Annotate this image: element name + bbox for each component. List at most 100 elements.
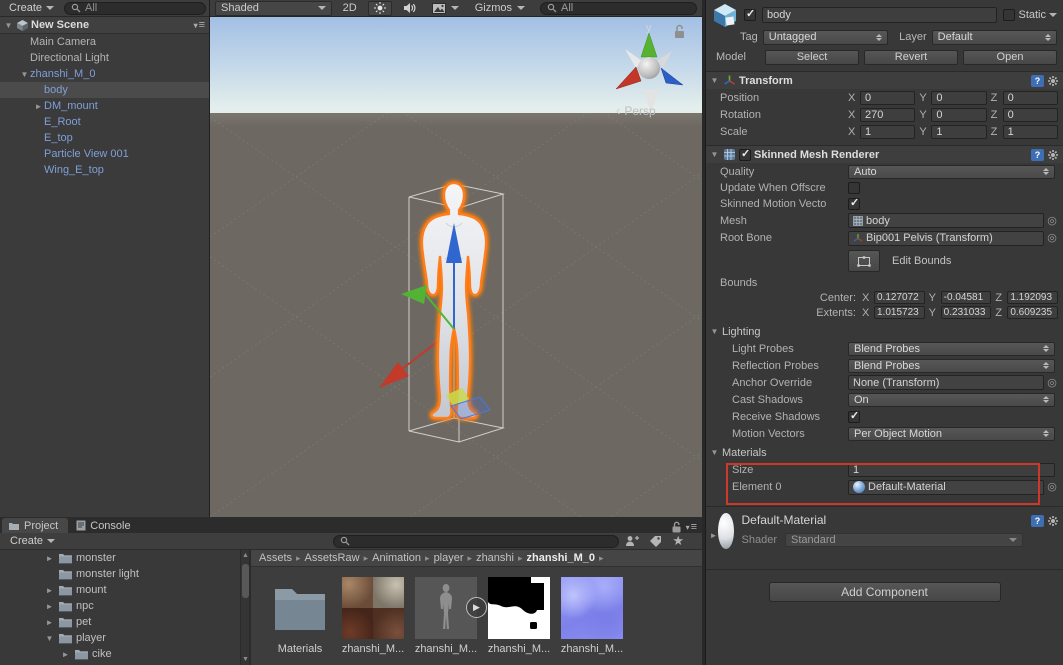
- asset-normal-map[interactable]: zhanshi_M...: [557, 577, 627, 655]
- rotation-z-field[interactable]: 0: [1002, 107, 1058, 122]
- hierarchy-item-main-camera[interactable]: Main Camera: [0, 34, 209, 50]
- rotation-y-field[interactable]: 0: [931, 107, 987, 122]
- fold-open-icon[interactable]: [44, 634, 55, 643]
- tab-project[interactable]: Project: [2, 518, 69, 533]
- scroll-up-arrow[interactable]: ▲: [242, 552, 249, 559]
- fold-closed-icon[interactable]: [60, 650, 71, 659]
- lighting-section-header[interactable]: Lighting: [706, 323, 1063, 340]
- project-search-input[interactable]: [333, 534, 620, 548]
- gizmo-y-arrow[interactable]: [401, 285, 427, 304]
- hierarchy-item-particle-view-001[interactable]: Particle View 001: [0, 146, 209, 162]
- scene-fold-icon[interactable]: [3, 21, 14, 30]
- lock-icon[interactable]: [675, 24, 684, 39]
- fold-closed-icon[interactable]: [708, 531, 719, 540]
- asset-model[interactable]: ▶ zhanshi_M...: [411, 577, 487, 655]
- update-when-offscreen-checkbox[interactable]: [848, 182, 860, 194]
- materials-size-field[interactable]: 1: [848, 462, 1055, 477]
- help-icon[interactable]: [1031, 515, 1044, 527]
- fold-closed-icon[interactable]: [44, 586, 55, 595]
- scene-search-input[interactable]: All: [539, 1, 697, 15]
- fold-closed-icon[interactable]: [33, 102, 44, 111]
- scene-lighting-toggle[interactable]: [367, 0, 392, 16]
- help-icon[interactable]: [1031, 74, 1044, 87]
- mesh-object-field[interactable]: body: [848, 213, 1044, 228]
- scene-audio-toggle[interactable]: [398, 1, 421, 16]
- gear-icon[interactable]: [1047, 515, 1059, 527]
- asset-mask-texture[interactable]: zhanshi_M...: [484, 577, 554, 655]
- fold-closed-icon[interactable]: [44, 554, 55, 563]
- hierarchy-item-zhanshi-m-0[interactable]: zhanshi_M_0: [0, 66, 209, 82]
- edit-bounds-button[interactable]: [848, 250, 880, 272]
- gizmo-x-cone[interactable]: [615, 66, 642, 90]
- active-checkbox[interactable]: [744, 7, 756, 21]
- extents-y-field[interactable]: 0.231033: [940, 306, 992, 319]
- transform-component-header[interactable]: Transform: [706, 71, 1063, 89]
- scene-header-row[interactable]: New Scene ▾≡: [0, 17, 209, 34]
- asset-materials-folder[interactable]: Materials: [265, 577, 335, 655]
- scale-z-field[interactable]: 1: [1002, 124, 1058, 139]
- root-bone-object-field[interactable]: Bip001 Pelvis (Transform): [848, 230, 1044, 246]
- scene-effects-dropdown[interactable]: [427, 1, 464, 16]
- hierarchy-item-e-top[interactable]: E_top: [0, 130, 209, 146]
- fold-open-icon[interactable]: [709, 150, 720, 159]
- element0-object-field[interactable]: Default-Material: [848, 479, 1044, 495]
- gear-icon[interactable]: [1047, 149, 1059, 161]
- folder-player[interactable]: player: [0, 630, 240, 646]
- motion-vectors-dropdown[interactable]: Per Object Motion: [848, 426, 1055, 441]
- gear-icon[interactable]: [1047, 75, 1059, 87]
- folder-pet[interactable]: pet: [0, 614, 240, 630]
- fold-open-icon[interactable]: [709, 327, 720, 336]
- shader-dropdown[interactable]: Standard: [785, 533, 1023, 547]
- quality-dropdown[interactable]: Auto: [848, 164, 1055, 179]
- breadcrumb-assetsraw[interactable]: AssetsRaw: [305, 552, 360, 564]
- scroll-down-arrow[interactable]: ▼: [242, 656, 249, 663]
- breadcrumb-zhanshi[interactable]: zhanshi: [476, 552, 514, 564]
- camera-projection-label[interactable]: ‹ Persp: [616, 103, 656, 118]
- 2d-toggle-button[interactable]: 2D: [338, 1, 362, 16]
- breadcrumb-assets[interactable]: Assets: [259, 552, 292, 564]
- center-x-field[interactable]: 0.127072: [874, 291, 925, 304]
- layer-dropdown[interactable]: Default: [931, 29, 1057, 45]
- anchor-override-object-field[interactable]: None (Transform): [848, 375, 1044, 390]
- material-preview-header[interactable]: Default-Material Shader Standard: [706, 506, 1063, 553]
- hierarchy-item-wing-e-top[interactable]: Wing_E_top: [0, 162, 209, 178]
- model-open-button[interactable]: Open: [963, 49, 1057, 65]
- extents-x-field[interactable]: 1.015723: [874, 306, 925, 319]
- hierarchy-create-button[interactable]: Create: [3, 1, 60, 16]
- model-revert-button[interactable]: Revert: [864, 49, 958, 65]
- position-z-field[interactable]: 0: [1002, 90, 1058, 105]
- tag-dropdown[interactable]: Untagged: [762, 29, 889, 45]
- static-checkbox[interactable]: [1003, 9, 1016, 21]
- scrollbar-thumb[interactable]: [242, 564, 249, 598]
- fold-open-icon[interactable]: [709, 76, 720, 85]
- folder-cike[interactable]: cike: [0, 646, 240, 662]
- breadcrumb-animation[interactable]: Animation: [372, 552, 421, 564]
- object-picker-icon[interactable]: [1046, 214, 1058, 228]
- gizmo-y-cone[interactable]: [640, 32, 658, 58]
- hierarchy-item-dm-mount[interactable]: DM_mount: [0, 98, 209, 114]
- panel-menu-icon[interactable]: ▾ ≡: [686, 521, 698, 533]
- center-y-field[interactable]: -0.04581: [940, 291, 992, 304]
- hierarchy-item-directional-light[interactable]: Directional Light: [0, 50, 209, 66]
- fold-closed-icon[interactable]: [44, 618, 55, 627]
- folder-mount[interactable]: mount: [0, 582, 240, 598]
- object-picker-icon[interactable]: [1046, 231, 1058, 245]
- cast-shadows-dropdown[interactable]: On: [848, 392, 1055, 407]
- add-component-button[interactable]: Add Component: [768, 582, 1001, 602]
- gizmo-center-sphere[interactable]: [638, 57, 660, 79]
- folder-monster-light[interactable]: monster light: [0, 566, 240, 582]
- object-picker-icon[interactable]: [1046, 480, 1058, 494]
- help-icon[interactable]: [1031, 148, 1044, 161]
- scale-x-field[interactable]: 1: [860, 124, 916, 139]
- fold-open-icon[interactable]: [709, 448, 720, 457]
- project-create-button[interactable]: Create: [4, 534, 61, 549]
- panel-menu-icon[interactable]: ▾ ≡: [194, 19, 206, 31]
- rotation-x-field[interactable]: 270: [860, 107, 916, 122]
- extents-z-field[interactable]: 0.609235: [1007, 306, 1059, 319]
- static-toggle[interactable]: Static: [1003, 9, 1057, 21]
- center-z-field[interactable]: 1.192093: [1007, 291, 1059, 304]
- light-probes-dropdown[interactable]: Blend Probes: [848, 341, 1055, 356]
- folder-monster[interactable]: monster: [0, 550, 240, 566]
- materials-section-header[interactable]: Materials: [706, 444, 1063, 461]
- label-tag-icon[interactable]: [649, 535, 662, 548]
